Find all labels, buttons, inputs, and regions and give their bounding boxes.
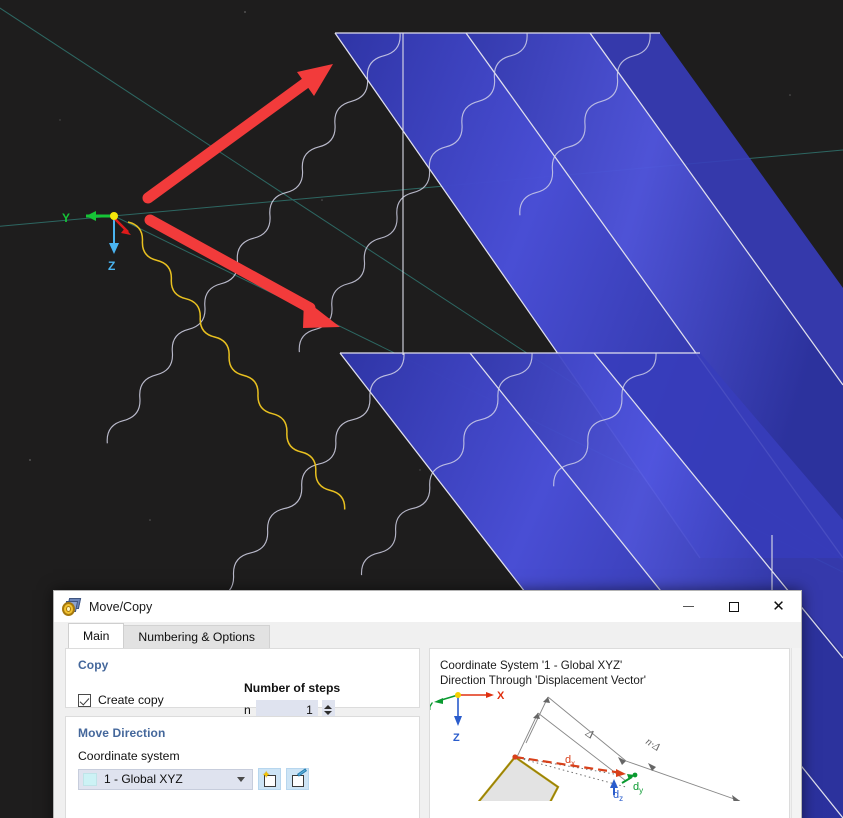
copy-group: Copy Create copy Number of steps n 1 xyxy=(65,648,420,708)
edit-coordinate-system-button[interactable] xyxy=(286,768,309,790)
star-icon: ✦ xyxy=(262,771,270,781)
chevron-down-icon[interactable] xyxy=(237,777,245,782)
number-of-steps-label: Number of steps xyxy=(244,681,340,695)
right-column: Coordinate System '1 - Global XYZ' Direc… xyxy=(429,648,790,818)
checkbox-icon xyxy=(78,694,91,707)
diagram-axes: X Y Z xyxy=(430,690,505,744)
diagram-delta-label: Δ xyxy=(582,725,596,741)
diagram-n-delta-label: n·Δ xyxy=(643,736,662,754)
info-line-1: Coordinate System '1 - Global XYZ' xyxy=(440,658,779,673)
minimize-button[interactable] xyxy=(666,591,711,622)
move-copy-dialog[interactable]: Move/Copy ✕ Main Numbering & Options Cop… xyxy=(53,590,802,818)
move-copy-icon xyxy=(62,597,82,617)
diagram-dy-vector: dy xyxy=(622,773,643,795)
close-icon: ✕ xyxy=(772,599,785,614)
number-of-steps-value: 1 xyxy=(306,703,313,717)
diagram-dx-sub: x xyxy=(571,759,575,768)
dialog-titlebar[interactable]: Move/Copy ✕ xyxy=(54,591,801,622)
create-copy-label: Create copy xyxy=(98,693,164,707)
diagram-dz-vector: dz xyxy=(610,779,623,801)
coordinate-system-value: 1 - Global XYZ xyxy=(104,772,230,786)
diagram-axis-y: Y xyxy=(430,701,434,713)
close-button[interactable]: ✕ xyxy=(756,591,801,622)
new-coordinate-system-button[interactable]: ✦ xyxy=(258,768,281,790)
diagram-axis-x: X xyxy=(497,690,505,702)
number-of-steps-field: Number of steps n 1 xyxy=(244,681,340,719)
dialog-scrollbar[interactable] xyxy=(791,648,801,818)
info-panel: Coordinate System '1 - Global XYZ' Direc… xyxy=(429,648,790,818)
svg-text:dy: dy xyxy=(633,781,643,795)
tab-numbering-options[interactable]: Numbering & Options xyxy=(123,625,270,648)
dialog-tabstrip: Main Numbering & Options xyxy=(54,622,801,648)
move-direction-title: Move Direction xyxy=(78,726,407,740)
stepper-up-icon[interactable] xyxy=(324,705,332,709)
axis-label-z: Z xyxy=(108,259,115,273)
maximize-icon xyxy=(729,602,739,612)
coordinate-system-color-swatch xyxy=(83,773,97,786)
diagram-plate xyxy=(476,757,558,801)
svg-text:dx: dx xyxy=(565,754,575,768)
left-column: Copy Create copy Number of steps n 1 xyxy=(65,648,420,818)
diagram-dz-sub: z xyxy=(619,794,623,801)
tab-numbering-options-label: Numbering & Options xyxy=(138,630,255,644)
coordinate-system-select[interactable]: 1 - Global XYZ xyxy=(78,769,253,790)
create-copy-checkbox[interactable]: Create copy xyxy=(78,681,244,719)
coordinate-system-label: Coordinate system xyxy=(78,749,407,763)
tab-main-label: Main xyxy=(83,629,109,643)
svg-text:dz: dz xyxy=(613,789,623,801)
direction-diagram: X Y Z xyxy=(430,683,790,801)
minimize-icon xyxy=(683,606,694,607)
tab-main[interactable]: Main xyxy=(68,623,124,648)
dialog-body: Copy Create copy Number of steps n 1 xyxy=(54,648,801,818)
n-label: n xyxy=(244,703,251,717)
dialog-title: Move/Copy xyxy=(89,600,666,614)
maximize-button[interactable] xyxy=(711,591,756,622)
diagram-axis-z: Z xyxy=(453,732,460,744)
move-direction-group: Move Direction Coordinate system 1 - Glo… xyxy=(65,716,420,818)
stepper-down-icon[interactable] xyxy=(324,711,332,715)
axis-label-y: Y xyxy=(62,211,70,225)
diagram-dy-sub: y xyxy=(639,786,643,795)
window-buttons: ✕ xyxy=(666,591,801,622)
copy-group-title: Copy xyxy=(78,658,407,672)
